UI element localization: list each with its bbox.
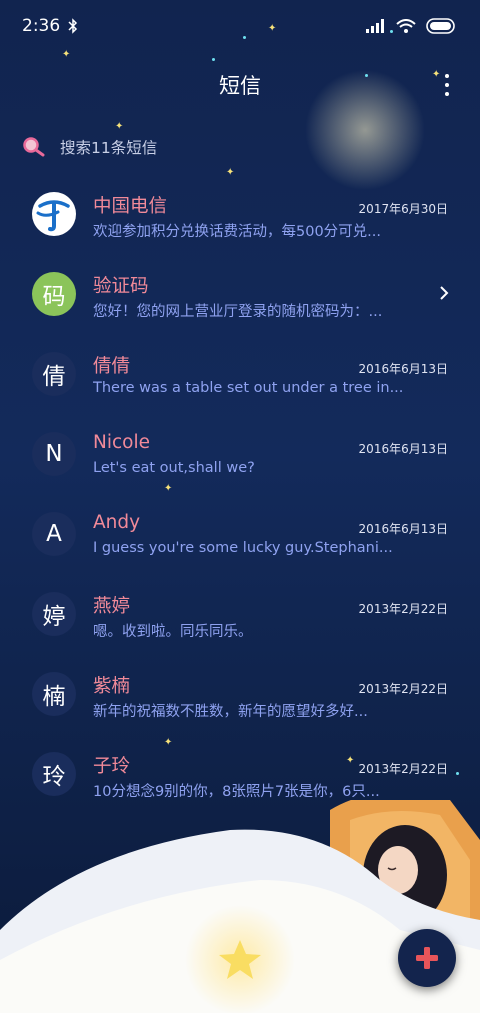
contact-name: Nicole <box>93 432 150 453</box>
chevron-right-icon[interactable] <box>438 285 450 301</box>
star-decoration: ✦ <box>226 167 235 178</box>
page-title: 短信 <box>219 74 261 98</box>
bluetooth-icon <box>68 18 78 34</box>
message-date: 2016年6月13日 <box>358 362 448 376</box>
sparkle-decoration <box>390 30 393 33</box>
more-vert-icon[interactable] <box>444 74 450 96</box>
message-preview: 10分想念9别的你，8张照片7张是你，6只... <box>93 784 380 800</box>
china-telecom-logo-icon <box>32 192 76 236</box>
search-placeholder: 搜索11条短信 <box>60 139 158 157</box>
message-date: 2013年2月22日 <box>358 682 448 696</box>
conversation-row[interactable]: 楠 紫楠 新年的祝福数不胜数，新年的愿望好多好... 2013年2月22日 <box>0 660 480 740</box>
contact-name: 中国电信 <box>93 196 168 217</box>
search-icon <box>23 137 45 157</box>
message-preview: 您好！您的网上营业厅登录的随机密码为：... <box>93 304 383 320</box>
conversation-row[interactable]: 码 验证码 您好！您的网上营业厅登录的随机密码为：... <box>0 260 480 340</box>
avatar: 码 <box>32 272 76 316</box>
conversation-row[interactable]: A Andy I guess you're some lucky guy.Ste… <box>0 500 480 580</box>
message-preview: I guess you're some lucky guy.Stephani..… <box>93 540 393 556</box>
message-date: 2013年2月22日 <box>358 602 448 616</box>
conversation-row[interactable]: 婷 燕婷 嗯。收到啦。同乐同乐。 2013年2月22日 <box>0 580 480 660</box>
contact-name: 燕婷 <box>93 596 131 617</box>
status-time: 2:36 <box>22 16 61 36</box>
message-preview: 嗯。收到啦。同乐同乐。 <box>93 624 253 640</box>
sparkle-decoration <box>212 58 215 61</box>
star-decoration: ✦ <box>115 121 124 132</box>
message-date: 2013年2月22日 <box>358 762 448 776</box>
message-date: 2016年6月13日 <box>358 522 448 536</box>
message-date: 2017年6月30日 <box>358 202 448 216</box>
star-decoration: ✦ <box>62 49 71 60</box>
message-preview: There was a table set out under a tree i… <box>93 380 403 396</box>
contact-name: 紫楠 <box>93 676 131 697</box>
search-bar[interactable]: 搜索11条短信 <box>22 133 157 161</box>
sleeping-girl-illustration <box>0 800 480 1013</box>
message-preview: Let's eat out,shall we? <box>93 460 255 476</box>
conversation-row[interactable]: 中国电信 欢迎参加积分兑换话费活动，每500分可兑... 2017年6月30日 <box>0 180 480 260</box>
message-date: 2016年6月13日 <box>358 442 448 456</box>
avatar: 婷 <box>32 592 76 636</box>
message-preview: 欢迎参加积分兑换话费活动，每500分可兑... <box>93 224 382 240</box>
contact-name: 倩倩 <box>93 356 131 377</box>
signal-icon <box>366 19 384 33</box>
contact-name: 子玲 <box>93 756 131 777</box>
plus-icon <box>416 947 438 969</box>
conversation-row[interactable]: N Nicole Let's eat out,shall we? 2016年6月… <box>0 420 480 500</box>
avatar: 倩 <box>32 352 76 396</box>
star-decoration: ✦ <box>268 23 277 34</box>
new-message-button[interactable] <box>398 929 456 987</box>
message-preview: 新年的祝福数不胜数，新年的愿望好多好... <box>93 704 368 720</box>
conversation-row[interactable]: 玲 子玲 10分想念9别的你，8张照片7张是你，6只... 2013年2月22日 <box>0 740 480 820</box>
avatar: 楠 <box>32 672 76 716</box>
status-bar: 2:36 <box>0 0 480 52</box>
contact-name: Andy <box>93 512 141 533</box>
contact-name: 验证码 <box>93 276 149 297</box>
avatar: 玲 <box>32 752 76 796</box>
wifi-icon <box>396 19 416 33</box>
battery-icon <box>426 18 455 34</box>
avatar: A <box>32 512 76 556</box>
conversation-row[interactable]: 倩 倩倩 There was a table set out under a t… <box>0 340 480 420</box>
sparkle-decoration <box>243 36 246 39</box>
conversation-list: 中国电信 欢迎参加积分兑换话费活动，每500分可兑... 2017年6月30日 … <box>0 180 480 820</box>
avatar: N <box>32 432 76 476</box>
